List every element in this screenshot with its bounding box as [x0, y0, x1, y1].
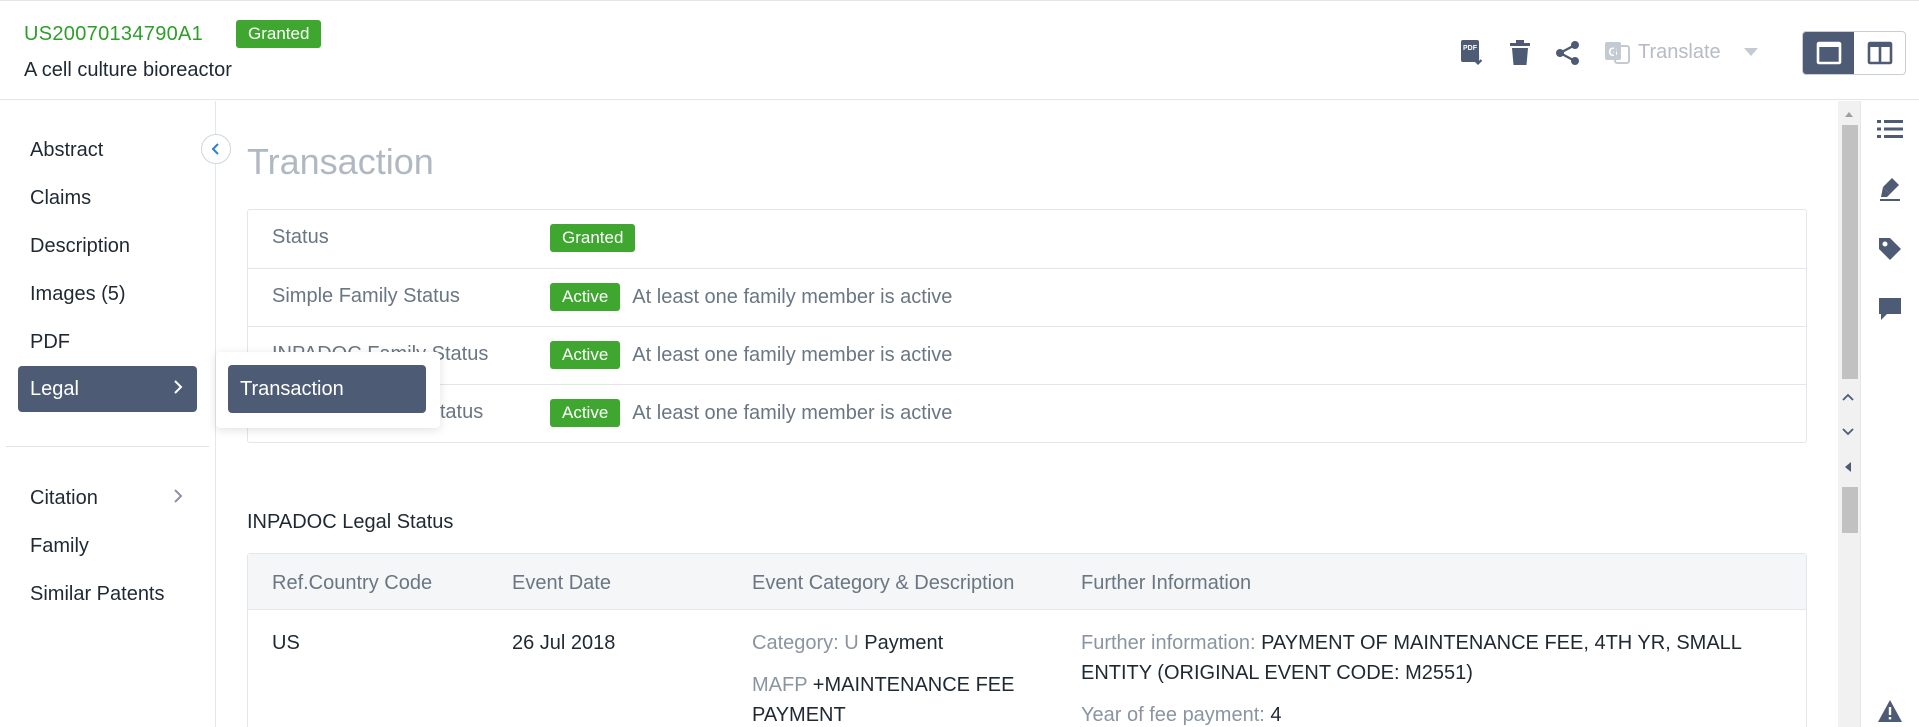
status-label: Status	[272, 226, 329, 249]
scroll-up-arrow-icon[interactable]	[1844, 109, 1854, 119]
scrollbar-thumb[interactable]	[1842, 487, 1858, 533]
sidebar-item-similar-patents[interactable]: Similar Patents	[18, 571, 197, 617]
sidebar-item-family[interactable]: Family	[18, 523, 197, 569]
status-row: Extended Family Status ActiveAt least on…	[248, 384, 1806, 442]
legal-submenu: Transaction	[216, 352, 440, 428]
event-category: Category: U Payment MAFP +MAINTENANCE FE…	[752, 628, 1052, 727]
translate-dropdown[interactable]: G Translate	[1604, 39, 1759, 65]
main-content: Transaction Status Granted Simple Family…	[217, 101, 1837, 727]
sidebar: Abstract Claims Description Images (5) P…	[0, 101, 216, 727]
sidebar-item-legal[interactable]: Legal	[18, 366, 197, 412]
chevron-right-icon	[173, 366, 183, 412]
section-title: Transaction	[247, 141, 434, 183]
sidebar-item-label: Citation	[30, 487, 98, 509]
status-table: Status Granted Simple Family Status Acti…	[247, 209, 1807, 443]
highlighter-icon[interactable]	[1876, 175, 1904, 203]
right-tool-rail	[1860, 101, 1919, 727]
translate-label: Translate	[1638, 41, 1721, 64]
status-description: At least one family member is active	[632, 402, 952, 425]
column-header: Event Date	[512, 572, 611, 595]
sidebar-divider	[6, 446, 209, 447]
event-date: 26 Jul 2018	[512, 628, 615, 658]
further-information: Further information: PAYMENT OF MAINTENA…	[1081, 628, 1801, 727]
scrollbar[interactable]	[1838, 101, 1860, 727]
sidebar-item-citation[interactable]: Citation	[18, 475, 197, 521]
comment-icon[interactable]	[1876, 295, 1904, 323]
tag-icon[interactable]	[1876, 235, 1904, 263]
list-icon[interactable]	[1876, 115, 1904, 143]
pdf-download-icon[interactable]: PDF	[1458, 39, 1486, 67]
patent-header: US20070134790A1 Granted A cell culture b…	[0, 0, 1919, 100]
chevron-right-icon	[173, 475, 183, 521]
chevron-down-icon	[1743, 47, 1759, 57]
collapse-sidebar-button[interactable]	[201, 134, 231, 164]
legal-status-title: INPADOC Legal Status	[247, 511, 453, 534]
sidebar-item-abstract[interactable]: Abstract	[18, 127, 197, 173]
sidebar-item-label: Legal	[30, 378, 79, 400]
sidebar-item-description[interactable]: Description	[18, 223, 197, 269]
sidebar-item-claims[interactable]: Claims	[18, 175, 197, 221]
translate-icon: G	[1604, 39, 1630, 65]
status-badge: Active	[550, 341, 620, 369]
status-description: At least one family member is active	[632, 286, 952, 309]
status-row: Status Granted	[248, 210, 1806, 268]
status-badge: Granted	[236, 20, 321, 48]
status-row: Simple Family Status Active At least one …	[248, 268, 1806, 326]
column-header: Event Category & Description	[752, 572, 1014, 595]
chevron-up-icon[interactable]	[1836, 385, 1860, 409]
patent-title: A cell culture bioreactor	[24, 59, 232, 82]
sidebar-item-images[interactable]: Images (5)	[18, 271, 197, 317]
country-code: US	[272, 628, 300, 658]
status-row: INPADOC Family Status ActiveAt least one…	[248, 326, 1806, 384]
patent-number[interactable]: US20070134790A1	[24, 23, 203, 46]
column-header: Ref.Country Code	[272, 572, 432, 595]
submenu-item-transaction[interactable]: Transaction	[228, 365, 426, 413]
sidebar-item-pdf[interactable]: PDF	[18, 319, 197, 365]
table-header: Ref.Country Code Event Date Event Catego…	[248, 554, 1806, 610]
single-pane-icon[interactable]	[1803, 32, 1854, 74]
status-description: At least one family member is active	[632, 344, 952, 367]
caret-left-icon[interactable]	[1836, 455, 1860, 479]
status-badge: Active	[550, 283, 620, 311]
column-header: Further Information	[1081, 572, 1251, 595]
status-badge: Active	[550, 399, 620, 427]
status-label: Simple Family Status	[272, 285, 460, 308]
warning-icon[interactable]	[1876, 697, 1904, 725]
svg-text:PDF: PDF	[1463, 45, 1478, 52]
scrollbar-thumb[interactable]	[1842, 125, 1858, 379]
table-row: US 26 Jul 2018 Category: U Payment MAFP …	[248, 610, 1806, 727]
delete-icon[interactable]	[1506, 39, 1534, 67]
legal-status-table: Ref.Country Code Event Date Event Catego…	[247, 553, 1807, 727]
split-pane-icon[interactable]	[1854, 32, 1905, 74]
status-badge: Granted	[550, 224, 635, 252]
chevron-down-icon[interactable]	[1836, 420, 1860, 444]
view-toggle	[1802, 31, 1906, 75]
share-icon[interactable]	[1554, 39, 1582, 67]
